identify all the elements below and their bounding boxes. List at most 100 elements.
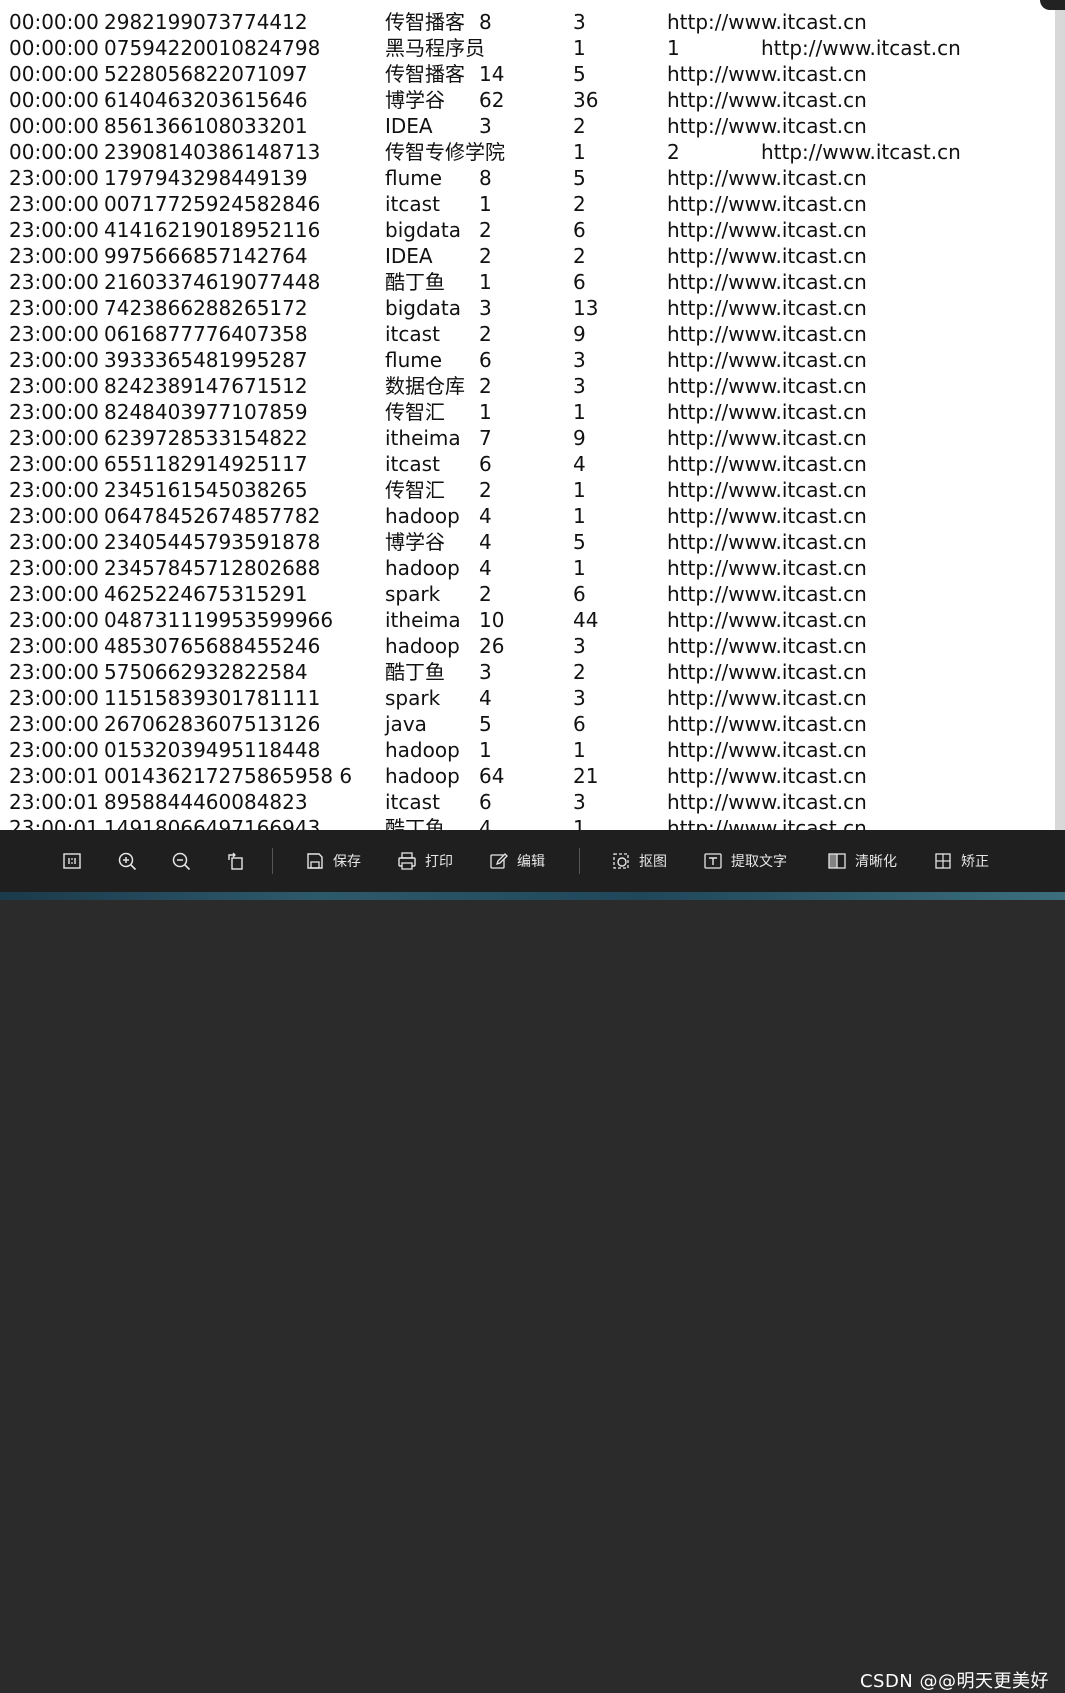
scrollbar-track[interactable] [1055,0,1065,830]
extra-cell: 1 [667,36,680,60]
url-cell: http://www.itcast.cn [667,738,867,762]
url-cell: http://www.itcast.cn [667,426,867,450]
order-cell: 6 [573,270,586,294]
text-line: 23:00:00 2345161545038265 传智汇 2 1 http://www.… [0,477,1055,503]
keyword-cell: 数据仓库 [385,374,465,398]
print-button[interactable]: 打印 [397,847,453,875]
text-line: 23:00:00 48530765688455246 hadoop 26 3 http:/… [0,633,1055,659]
id-cell: 11515839301781111 [104,686,321,710]
keyword-cell: spark [385,582,441,606]
save-label: 保存 [333,854,361,870]
sharpen-label: 清晰化 [855,854,897,870]
zoom-in-button[interactable] [117,847,137,875]
keyword-cell: flume [385,166,443,190]
keyword-cell: itcast [385,192,440,216]
time-cell: 23:00:00 [9,374,99,398]
time-cell: 23:00:00 [9,530,99,554]
extract-text-button[interactable]: 提取文字 [703,847,787,875]
url-cell: http://www.itcast.cn [667,348,867,372]
keyword-cell: IDEA [385,244,433,268]
url-cell: http://www.itcast.cn [667,10,867,34]
zoom-out-icon [172,852,191,871]
text-line: 23:00:01 14918066497166943 酷丁鱼 4 1 http://www… [0,815,1055,830]
document-view: 00:00:00 2982199073774412 传智播客 8 3 http://www… [0,0,1055,830]
edit-button[interactable]: 编辑 [489,847,545,875]
text-line: 23:00:00 0616877776407358 itcast 2 9 http://w… [0,321,1055,347]
keyword-cell: flume [385,348,443,372]
url-cell: http://www.itcast.cn [667,244,867,268]
rank-cell: 4 [479,816,492,830]
text-line: 00:00:00 5228056822071097 传智播客 14 5 http://ww… [0,61,1055,87]
url-cell: http://www.itcast.cn [667,608,867,632]
order-cell: 21 [573,764,599,788]
id-cell: 8561366108033201 [104,114,308,138]
order-cell: 1 [573,738,586,762]
text-line: 23:00:00 41416219018952116 bigdata 2 6 http:/… [0,217,1055,243]
rank-cell: 6 [479,790,492,814]
text-line: 00:00:00 23908140386148713 传智专修学院 1 2 http://… [0,139,1055,165]
rank-cell: 8 [479,166,492,190]
order-cell: 9 [573,322,586,346]
cutout-button[interactable]: 抠图 [611,847,667,875]
rank-cell: 4 [479,530,492,554]
text-line: 23:00:00 11515839301781111 spark 4 3 http://w… [0,685,1055,711]
time-cell: 23:00:00 [9,556,99,580]
time-cell: 23:00:00 [9,478,99,502]
time-cell: 23:00:00 [9,218,99,242]
order-cell: 5 [573,62,586,86]
rank-cell: 1 [479,192,492,216]
text-line: 23:00:00 06478452674857782 hadoop 4 1 http://… [0,503,1055,529]
correct-button[interactable]: 矫正 [933,847,989,875]
text-line: 23:00:00 7423866288265172 bigdata 3 13 http:/… [0,295,1055,321]
desktop-background [0,892,1065,900]
id-cell: 0616877776407358 [104,322,308,346]
id-cell: 2982199073774412 [104,10,308,34]
url-cell: http://www.itcast.cn [667,712,867,736]
rotate-button[interactable] [226,847,246,875]
order-cell: 4 [573,452,586,476]
order-cell: 1 [573,504,586,528]
id-cell: 5228056822071097 [104,62,308,86]
time-cell: 23:00:00 [9,426,99,450]
keyword-cell: 传智汇 [385,400,445,424]
cutout-label: 抠图 [639,854,667,870]
zoom-out-button[interactable] [171,847,191,875]
rank-cell: 64 [479,764,505,788]
order-cell: 3 [573,374,586,398]
text-line: 23:00:00 23405445793591878 博学谷 4 5 http://www… [0,529,1055,555]
id-cell: 23457845712802688 [104,556,321,580]
rank-cell: 3 [479,296,492,320]
keyword-cell: bigdata [385,218,461,242]
text-line: 00:00:00 07594220010824798 黑马程序员 1 1 http://w… [0,35,1055,61]
time-cell: 23:00:00 [9,452,99,476]
bottom-toolbar: 保存 打印 编辑 抠图 提取文字 清晰化 矫正 CSDN @@明天更美好 [0,830,1065,1692]
save-button[interactable]: 保存 [305,847,361,875]
rank-cell: 2 [479,244,492,268]
watermark: CSDN @@明天更美好 [859,1671,1049,1692]
rank-cell: 3 [479,660,492,684]
rotate-icon [228,852,243,870]
fit-page-button[interactable] [62,847,82,875]
text-line: 23:00:00 00717725924582846 itcast 1 2 http://… [0,191,1055,217]
url-cell: http://www.itcast.cn [667,452,867,476]
print-icon [398,852,416,870]
order-cell: 36 [573,88,599,112]
time-cell: 00:00:00 [9,36,99,60]
time-cell: 00:00:00 [9,10,99,34]
order-cell: 2 [573,192,586,216]
order-cell: 2 [573,114,586,138]
keyword-cell: 酷丁鱼 [385,660,445,684]
id-cell: 6551182914925117 [104,452,308,476]
text-line: 23:00:00 1797943298449139 flume 8 5 http://ww… [0,165,1055,191]
text-line: 00:00:00 2982199073774412 传智播客 8 3 http://www… [0,9,1055,35]
sharpen-button[interactable]: 清晰化 [827,847,897,875]
order-cell: 1 [573,400,586,424]
id-cell: 48530765688455246 [104,634,321,658]
cutout-icon [613,853,629,869]
text-line: 23:00:01 8958844460084823 itcast 6 3 http://w… [0,789,1055,815]
toolbar-divider [579,848,580,874]
id-cell: 4625224675315291 [104,582,308,606]
rank-cell: 4 [479,686,492,710]
correct-icon [935,853,951,869]
id-cell: 1797943298449139 [104,166,308,190]
